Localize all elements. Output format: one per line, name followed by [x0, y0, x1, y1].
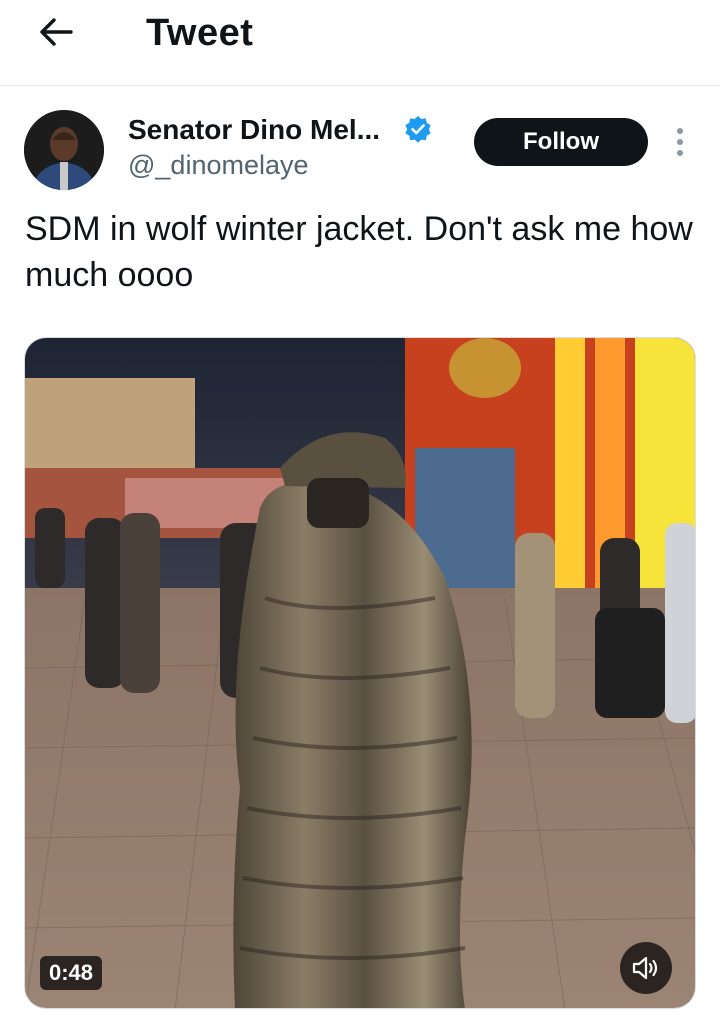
sound-toggle-button[interactable] — [620, 942, 672, 994]
verified-badge-icon — [405, 116, 431, 143]
video-duration: 0:48 — [40, 956, 103, 990]
top-bar: Tweet — [0, 0, 720, 86]
page-title: Tweet — [146, 12, 254, 54]
tweet-video[interactable] — [24, 337, 696, 1009]
video-thumbnail — [25, 338, 695, 1008]
more-vertical-icon — [677, 128, 683, 134]
follow-button[interactable]: Follow — [474, 118, 648, 166]
speaker-icon — [632, 956, 658, 980]
arrow-left-icon — [40, 18, 73, 46]
more-options-button[interactable] — [668, 124, 692, 160]
tweet-text: SDM in wolf winter jacket. Don't ask me … — [25, 210, 693, 294]
back-button[interactable] — [30, 10, 82, 54]
author-name[interactable]: Senator Dino Mel... — [128, 114, 380, 146]
author-handle[interactable]: @_dinomelaye — [128, 150, 309, 181]
avatar-image — [24, 110, 104, 190]
avatar[interactable] — [24, 110, 104, 190]
